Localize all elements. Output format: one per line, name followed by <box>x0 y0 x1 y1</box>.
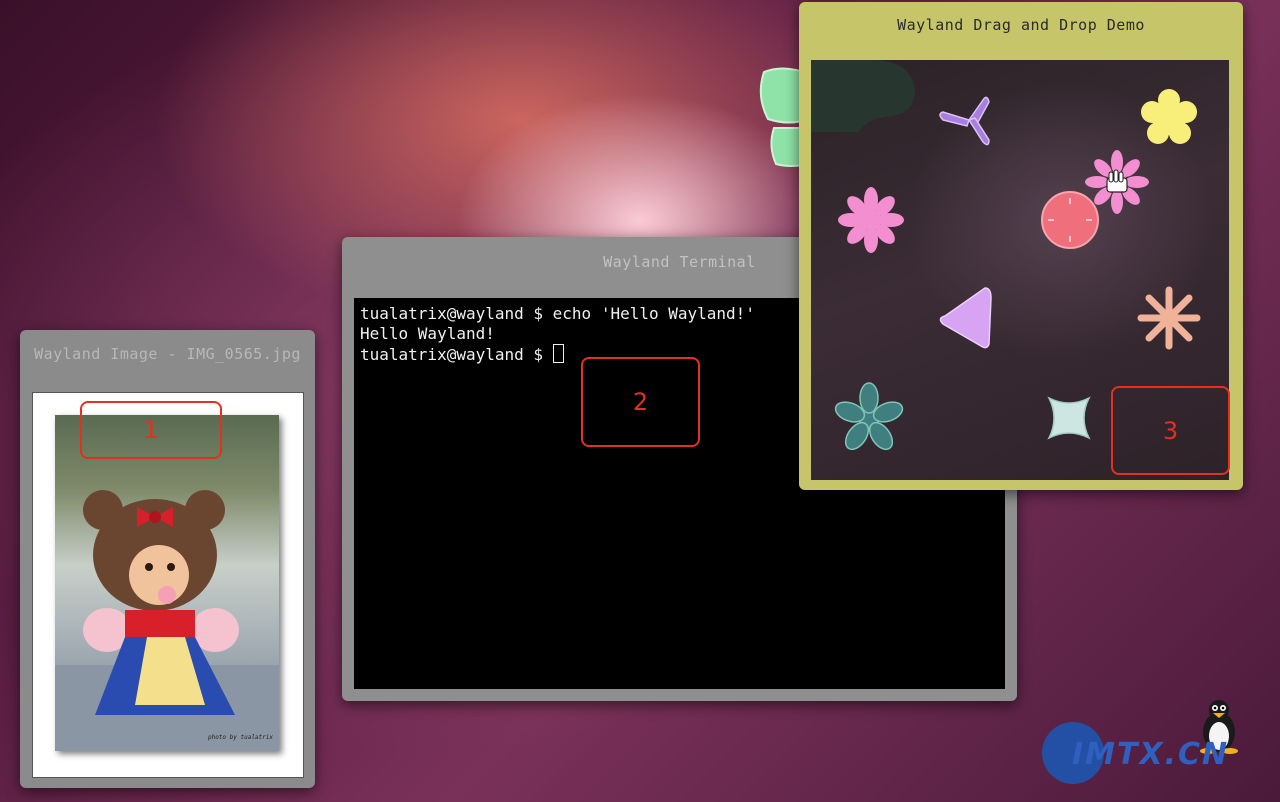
salmon-gear-icon[interactable] <box>1041 191 1099 249</box>
annotation-box-3: 3 <box>1111 386 1230 475</box>
photo-credit: photo by tualatrix <box>207 734 273 741</box>
pink-daisy-icon[interactable] <box>838 187 904 253</box>
watermark-logo-text: IMTX.CN <box>1072 737 1230 772</box>
dark-green-flower-icon[interactable] <box>811 60 915 132</box>
purple-propeller-icon[interactable] <box>939 96 990 146</box>
lilac-arrow-icon[interactable] <box>939 287 992 349</box>
terminal-prompt: tualatrix@wayland $ <box>360 345 553 364</box>
peach-daisy-icon[interactable] <box>1137 286 1201 350</box>
yellow-flower-icon[interactable] <box>1141 89 1197 144</box>
annotation-box-2: 2 <box>581 357 700 447</box>
image-window-title: Wayland Image - IMG_0565.jpg <box>34 345 301 363</box>
text-cursor <box>552 344 564 363</box>
annotation-box-1: 1 <box>80 401 222 459</box>
photo-image: photo by tualatrix <box>55 415 279 751</box>
dnd-window-title: Wayland Drag and Drop Demo <box>897 16 1145 34</box>
pale-star-icon[interactable] <box>1047 396 1091 440</box>
teal-flower-icon[interactable] <box>833 382 905 453</box>
image-viewer-window[interactable]: Wayland Image - IMG_0565.jpg photo by tu… <box>20 330 315 788</box>
